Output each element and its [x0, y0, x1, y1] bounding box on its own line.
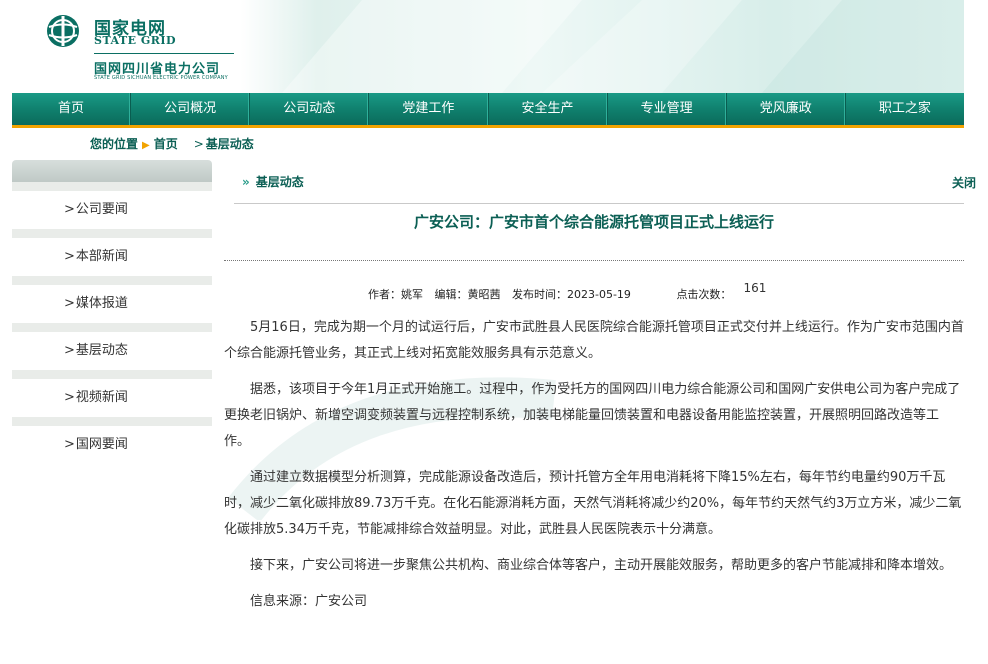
sidebar-item-hq-news[interactable]: >本部新闻 — [12, 229, 212, 276]
site-header: 国家电网 STATE GRID 国网四川省电力公司 STATE GRID SIC… — [12, 0, 964, 93]
nav-item-integrity[interactable]: 党风廉政 — [727, 93, 846, 125]
brand-en-name: STATE GRID — [94, 34, 177, 47]
article-paragraph: 通过建立数据模型分析测算，完成能源设备改造后，预计托管方全年用电消耗将下降15%… — [224, 470, 962, 537]
sidebar-item-label: 基层动态 — [75, 343, 128, 358]
sidebar-item-label: 公司要闻 — [75, 202, 128, 217]
chevron-right-icon: > — [64, 437, 75, 452]
title-divider — [224, 260, 964, 261]
article-source: 信息来源：广安公司 — [250, 594, 368, 609]
section-title: » 基层动态 — [242, 175, 304, 189]
article-author: 作者：姚军 — [368, 288, 423, 301]
sidebar-header — [12, 160, 212, 182]
sidebar-item-company-news[interactable]: >公司要闻 — [12, 182, 212, 229]
article-clicks-label: 点击次数： — [676, 288, 732, 301]
sidebar-item-sgcc-news[interactable]: >国网要闻 — [12, 417, 212, 464]
chevron-right-icon: > — [64, 390, 75, 405]
nav-item-company-overview[interactable]: 公司概况 — [131, 93, 251, 125]
chevron-right-icon: > — [64, 202, 75, 217]
sidebar: >公司要闻 >本部新闻 >媒体报道 >基层动态 >视频新闻 >国网要闻 — [12, 160, 212, 664]
sidebar-item-media[interactable]: >媒体报道 — [12, 276, 212, 323]
state-grid-logo-icon — [47, 15, 79, 47]
close-link[interactable]: 关闭 — [952, 174, 976, 191]
chevron-right-icon: > — [64, 249, 75, 264]
sidebar-item-label: 本部新闻 — [75, 249, 128, 264]
article-body: 5月16日，完成为期一个月的试运行后，广安市武胜县人民医院综合能源托管项目正式交… — [224, 315, 964, 625]
article-clicks-count: 161 — [743, 281, 767, 295]
nav-item-management[interactable]: 专业管理 — [608, 93, 727, 125]
header-decoration — [282, 0, 964, 93]
sidebar-item-grassroots[interactable]: >基层动态 — [12, 323, 212, 370]
breadcrumb-current[interactable]: 基层动态 — [206, 137, 254, 151]
breadcrumb-arrow-icon: ▶ — [142, 140, 150, 151]
sidebar-item-label: 媒体报道 — [75, 296, 128, 311]
chevron-right-icon: > — [64, 343, 75, 358]
breadcrumb-label: 您的位置 — [90, 137, 139, 151]
sidebar-list: >公司要闻 >本部新闻 >媒体报道 >基层动态 >视频新闻 >国网要闻 — [12, 182, 212, 464]
article-meta: 作者：姚军 编辑：黄昭茜 发布时间：2023-05-19 点击次数： 161 — [368, 281, 774, 302]
main-nav: 首页 公司概况 公司动态 党建工作 安全生产 专业管理 党风廉政 职工之家 — [12, 93, 964, 128]
article-title: 广安公司：广安市首个综合能源托管项目正式上线运行 — [413, 213, 774, 231]
sidebar-item-label: 视频新闻 — [75, 390, 128, 405]
breadcrumb-separator-icon: > — [193, 137, 204, 151]
article-panel: » 基层动态 关闭 广安公司：广安市首个综合能源托管项目正式上线运行 作者：姚军 … — [224, 160, 976, 664]
nav-item-company-news[interactable]: 公司动态 — [250, 93, 370, 125]
sidebar-item-label: 国网要闻 — [75, 437, 128, 452]
article-paragraph: 据悉，该项目于今年1月正式开始施工。过程中，作为受托方的国网四川电力综合能源公司… — [224, 382, 961, 449]
nav-item-staff-home[interactable]: 职工之家 — [846, 93, 964, 125]
sidebar-item-video[interactable]: >视频新闻 — [12, 370, 212, 417]
breadcrumb: 您的位置 ▶ 首页 > 基层动态 — [90, 135, 254, 152]
nav-item-home[interactable]: 首页 — [12, 93, 132, 125]
brand-divider — [94, 53, 234, 54]
article-paragraph: 5月16日，完成为期一个月的试运行后，广安市武胜县人民医院综合能源托管项目正式交… — [224, 320, 964, 361]
breadcrumb-home-link[interactable]: 首页 — [154, 137, 178, 151]
chevron-right-icon: > — [64, 296, 75, 311]
section-divider — [234, 203, 964, 204]
nav-item-party-building[interactable]: 党建工作 — [369, 93, 489, 125]
article-editor: 编辑：黄昭茜 — [434, 288, 501, 301]
article-date: 发布时间：2023-05-19 — [512, 288, 631, 301]
nav-item-safety[interactable]: 安全生产 — [489, 93, 608, 125]
article-paragraph: 接下来，广安公司将进一步聚焦公共机构、商业综合体等客户，主动开展能效服务，帮助更… — [250, 558, 953, 573]
double-chevron-icon: » — [242, 175, 250, 189]
company-name-en: STATE GRID SICHUAN ELECTRIC POWER COMPAN… — [94, 75, 228, 81]
